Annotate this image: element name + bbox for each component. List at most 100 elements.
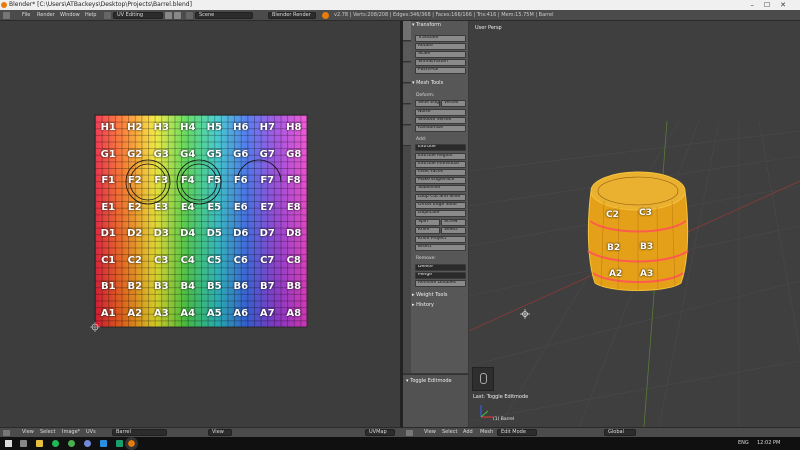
uv-menu-select[interactable]: Select <box>40 428 55 437</box>
uv-cell-label: H3 <box>153 122 169 133</box>
rotate-button[interactable]: Rotate <box>415 43 466 50</box>
remove-doubles-button[interactable]: Remove Doubles <box>415 280 466 287</box>
uv-cell-label: G3 <box>153 148 169 160</box>
uv-cell-label: D2 <box>127 228 143 239</box>
transform-panel-header[interactable]: ▾ Transform <box>412 22 441 29</box>
uv-cell-label: C7 <box>260 254 275 266</box>
barrel-mesh[interactable] <box>587 171 689 292</box>
knife-project-button[interactable]: Knife Project <box>415 236 466 243</box>
barrel-label-c3: C3 <box>639 208 652 218</box>
operator-panel-header[interactable]: ▾ Toggle Editmode <box>406 378 452 385</box>
terminal-icon[interactable] <box>116 440 123 447</box>
mode-selector[interactable]: Edit Mode <box>497 429 537 436</box>
file-explorer-icon[interactable] <box>36 440 43 447</box>
history-panel-header[interactable]: ▸ History <box>412 302 434 309</box>
remove-label: Remove: <box>416 256 436 261</box>
inset-faces-button[interactable]: Inset Faces <box>415 169 466 176</box>
language-indicator[interactable]: ENG <box>738 437 749 450</box>
bisect-button[interactable]: Bisect <box>415 244 466 251</box>
uv-menu-uvs[interactable]: UVs <box>86 428 96 437</box>
shrink-fatten-button[interactable]: Shrink/Fatten <box>415 59 466 66</box>
knife-select-button[interactable]: Select <box>441 227 466 234</box>
make-edge-face-button[interactable]: Make Edge/Face <box>415 177 466 184</box>
tab-shading-uvs[interactable] <box>403 84 411 104</box>
app-icon[interactable] <box>100 440 107 447</box>
uv-cell-label: E4 <box>180 201 195 213</box>
operator-panel: ▾ Toggle Editmode <box>403 374 468 427</box>
slide-edge-button[interactable]: Slide Edge <box>415 100 440 107</box>
3d-menu-select[interactable]: Select <box>442 428 457 437</box>
orientation-selector[interactable]: Global <box>604 429 636 436</box>
extrude-region-button[interactable]: Extrude Region <box>415 153 466 160</box>
3d-editor-type-icon[interactable] <box>406 430 413 436</box>
offset-edge-slide-button[interactable]: Offset Edge Slide <box>415 202 466 209</box>
3d-menu-view[interactable]: View <box>424 428 436 437</box>
uv-cell-label: F2 <box>127 175 142 186</box>
spin-button[interactable]: Spin <box>415 219 440 226</box>
duplicate-button[interactable]: Duplicate <box>415 210 466 217</box>
scale-button[interactable]: Scale <box>415 51 466 58</box>
translate-button[interactable]: Translate <box>415 35 466 42</box>
uv-cell-label: H1 <box>100 122 116 133</box>
active-object-label: (1) Barrel <box>493 417 515 422</box>
loop-cut-slide-button[interactable]: Loop Cut and Slide <box>415 194 466 201</box>
tab-relations[interactable] <box>403 63 411 83</box>
uv-cell-label: B5 <box>206 281 222 292</box>
3d-cursor-icon[interactable] <box>520 309 530 319</box>
window-controls[interactable]: –☐✕ <box>750 0 796 10</box>
blender-window: Blender* [C:\Users\ATBackeys\Desktop\Pro… <box>0 0 800 450</box>
uv-cell-label: H5 <box>206 122 222 133</box>
uv-cell-label: D3 <box>153 228 169 239</box>
transform-header-label: Transform <box>416 22 441 28</box>
chrome-icon[interactable] <box>68 440 75 447</box>
uv-view-dropdown[interactable]: View <box>208 429 232 436</box>
noise-button[interactable]: Noise <box>415 109 466 116</box>
mesh-tools-panel-header[interactable]: ▾ Mesh Tools <box>412 80 443 87</box>
uv-cell-label: D6 <box>233 228 249 239</box>
blender-taskbar-icon[interactable] <box>125 437 138 450</box>
3d-viewport[interactable]: User Persp C2 C3 B2 B3 A2 A3 Last: Toggl… <box>469 21 800 427</box>
uv-menu-view[interactable]: View <box>22 428 34 437</box>
uv-cell-label: C1 <box>101 254 116 266</box>
uv-cell-label: F3 <box>154 175 169 186</box>
knife-button[interactable]: Knife <box>415 227 440 234</box>
slide-vertex-button[interactable]: Vertex <box>441 100 466 107</box>
uv-cell-label: F7 <box>260 175 275 186</box>
uv-cell-label: F4 <box>180 175 195 186</box>
image-selector[interactable]: Barrel <box>112 429 167 436</box>
clock[interactable]: 12:02 PM <box>757 437 780 450</box>
merge-dropdown[interactable]: Merge <box>415 272 466 279</box>
screw-button[interactable]: Screw <box>441 219 466 226</box>
weight-tools-panel-header[interactable]: ▸ Weight Tools <box>412 292 447 299</box>
uv-cell-label: C4 <box>180 254 195 266</box>
uvmap-selector[interactable]: UVMap <box>365 429 395 436</box>
uv-editor-type-icon[interactable] <box>3 430 10 436</box>
tab-tools[interactable] <box>403 21 411 41</box>
uv-cell-label: G5 <box>206 148 222 160</box>
uv-cell-label: C5 <box>207 254 222 266</box>
uv-cell-label: E6 <box>233 201 248 213</box>
uv-cell-label: D1 <box>100 228 116 239</box>
spotify-icon[interactable] <box>52 440 59 447</box>
uv-cell-label: A1 <box>100 307 116 319</box>
windows-start-icon[interactable] <box>5 440 12 447</box>
extrude-individual-button[interactable]: Extrude Individual <box>415 161 466 168</box>
randomize-button[interactable]: Randomize <box>415 125 466 132</box>
3d-menu-add[interactable]: Add <box>463 428 473 437</box>
uv-cell-label: F8 <box>286 175 301 186</box>
smooth-vertex-button[interactable]: Smooth Vertex <box>415 117 466 124</box>
uv-menu-image[interactable]: Image* <box>62 428 80 437</box>
tab-grease-pencil[interactable] <box>403 126 411 146</box>
push-pull-button[interactable]: Push/Pull <box>415 67 466 74</box>
3d-menu-mesh[interactable]: Mesh <box>480 428 493 437</box>
uv-cell-label: C6 <box>233 254 248 266</box>
delete-dropdown[interactable]: Delete <box>415 264 466 271</box>
cortana-icon[interactable] <box>20 440 27 447</box>
tab-options[interactable] <box>403 105 411 125</box>
deform-label: Deform: <box>416 93 435 98</box>
subdivide-button[interactable]: Subdivide <box>415 185 466 192</box>
tab-create[interactable] <box>403 42 411 62</box>
discord-icon[interactable] <box>84 440 91 447</box>
uv-cell-label: E1 <box>101 201 116 213</box>
extrude-dropdown[interactable]: Extrude <box>415 144 466 151</box>
